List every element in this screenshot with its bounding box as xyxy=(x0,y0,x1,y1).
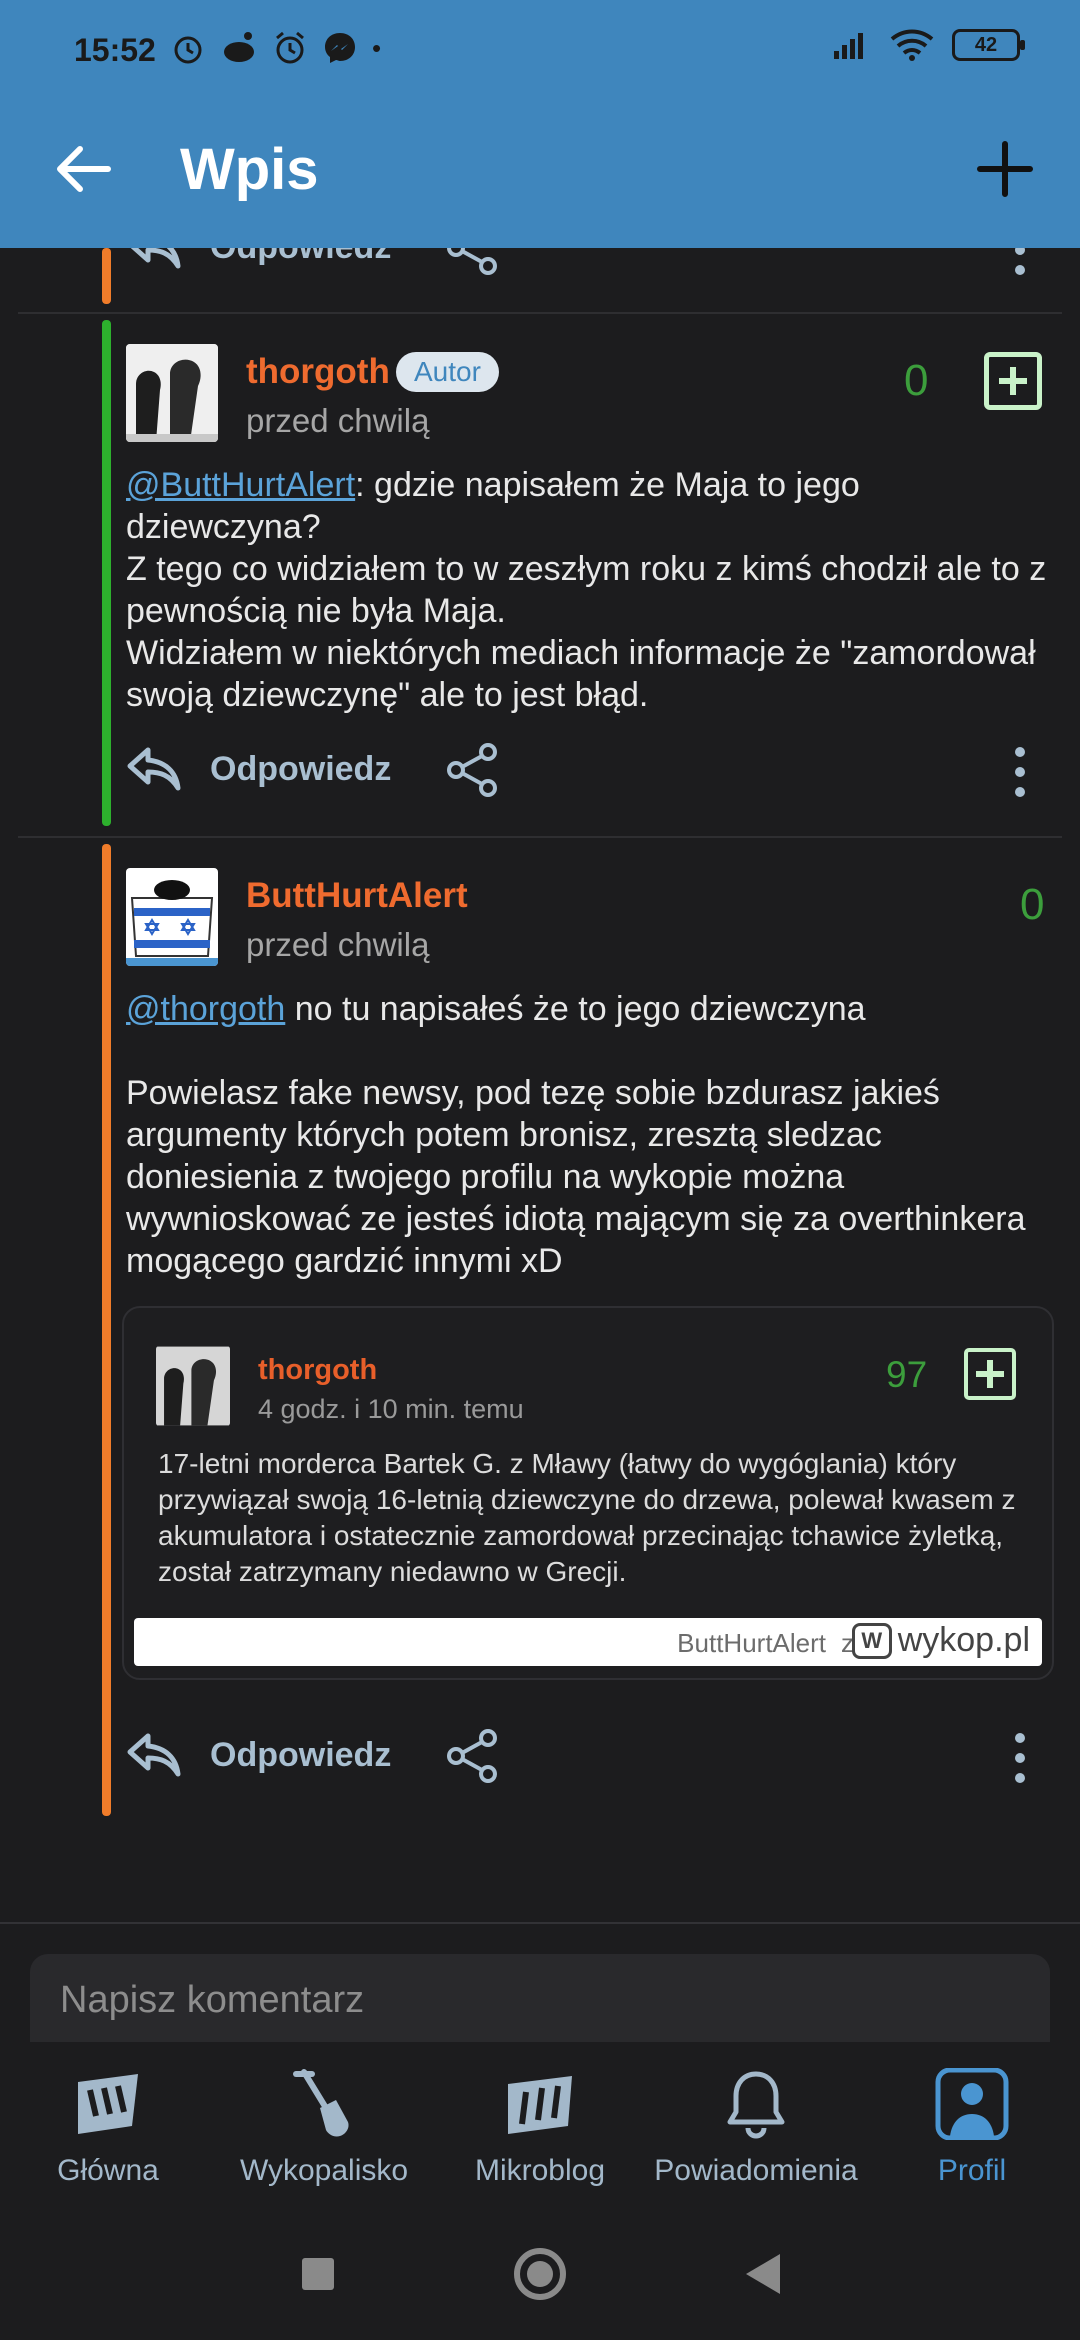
nav-label: Wykopalisko xyxy=(239,2154,409,2187)
entry-line: Widziałem w niektórych mediach informacj… xyxy=(126,634,1036,714)
nav-item-profil[interactable]: Profil xyxy=(864,2042,1080,2202)
entry-divider xyxy=(18,312,1062,314)
mention-link[interactable]: @thorgoth xyxy=(126,990,285,1028)
home-w-icon xyxy=(78,2074,138,2134)
embed-timestamp: 4 godz. i 10 min. temu xyxy=(258,1394,524,1424)
nav-item-powiadomienia[interactable]: Powiadomienia xyxy=(648,2042,864,2202)
timestamp: przed chwilą xyxy=(246,926,430,963)
more-options-icon[interactable] xyxy=(1012,1730,1028,1786)
bottom-navigation: Główna Wykopalisko Mikroblog Powiadomien… xyxy=(0,2042,1080,2202)
avatar-image xyxy=(156,1346,230,1426)
wykop-site-label: wykop.pl xyxy=(897,1621,1030,1659)
reply-icon[interactable] xyxy=(126,248,182,272)
share-icon[interactable] xyxy=(444,742,500,798)
thread-indent-bar xyxy=(102,844,111,1816)
avatar[interactable] xyxy=(126,868,218,966)
more-options-icon[interactable] xyxy=(1012,744,1028,800)
mention-link[interactable]: @ButtHurtAlert xyxy=(126,466,355,504)
reply-icon[interactable] xyxy=(126,1730,182,1780)
home-icon[interactable] xyxy=(514,2248,566,2300)
timestamp: przed chwilą xyxy=(246,402,430,439)
status-time: 15:52 xyxy=(74,32,156,68)
more-options-icon[interactable] xyxy=(1012,248,1028,278)
nav-label: Profil xyxy=(937,2154,1007,2187)
reply-icon[interactable] xyxy=(126,744,182,794)
reply-button[interactable]: Odpowiedz xyxy=(210,1736,391,1775)
entry-feed: Odpowiedz thorgoth Autor przed chwilą 0 … xyxy=(0,248,1080,1820)
reddit-icon xyxy=(224,32,254,62)
embedded-entry-card[interactable]: thorgoth 4 godz. i 10 min. temu 97 17-le… xyxy=(122,1306,1054,1680)
battery-indicator: 42 xyxy=(952,29,1025,61)
app-bar: Wpis xyxy=(0,100,1080,248)
system-status-icons: 42 xyxy=(832,28,1025,62)
author-indent-bar xyxy=(102,320,111,826)
entry-body: @ButtHurtAlert: gdzie napisałem że Maja … xyxy=(126,464,1050,716)
wifi-icon xyxy=(890,29,934,61)
avatar-image xyxy=(126,344,218,442)
avatar-image xyxy=(126,868,218,966)
vote-count: 0 xyxy=(904,356,929,405)
entry-paragraph: Powielasz fake newsy, pod tezę sobie bzd… xyxy=(126,1074,1026,1280)
share-icon[interactable] xyxy=(444,1728,500,1784)
comment-input[interactable] xyxy=(30,1954,1050,2046)
entry-text: no tu napisałeś że to jego dziewczyna xyxy=(285,990,866,1028)
mikroblog-m-icon xyxy=(508,2076,572,2134)
embed-avatar xyxy=(156,1346,230,1426)
system-back-icon[interactable] xyxy=(746,2254,780,2294)
embed-text: 17-letni morderca Bartek G. z Mławy (łat… xyxy=(158,1448,1016,1587)
embed-footer: ButtHurtAlert z W wykop.pl xyxy=(134,1618,1042,1666)
shovel-icon xyxy=(293,2069,349,2137)
back-arrow-icon[interactable] xyxy=(48,134,118,204)
alarm-icon xyxy=(276,31,304,64)
reply-button[interactable]: Odpowiedz xyxy=(210,750,391,789)
share-icon[interactable] xyxy=(444,248,500,276)
nav-label: Mikroblog xyxy=(474,2154,606,2187)
messenger-icon xyxy=(325,33,355,63)
page-title: Wpis xyxy=(180,137,319,202)
profile-icon xyxy=(935,2068,1009,2140)
entry-line: Z tego co widziałem to w zeszłym roku z … xyxy=(126,550,1047,630)
vote-count: 0 xyxy=(1020,880,1045,929)
action-row: Odpowiedz xyxy=(126,248,1050,292)
thread-indent-bar xyxy=(102,248,111,304)
more-notifications-dot: • xyxy=(372,32,382,63)
wykop-logo-icon: W xyxy=(851,1622,892,1659)
signal-icon xyxy=(834,33,863,59)
avatar[interactable] xyxy=(126,344,218,442)
username[interactable]: ButtHurtAlert xyxy=(246,876,468,916)
system-navigation xyxy=(0,2202,1080,2340)
comment-bar xyxy=(0,1922,1080,2046)
nav-item-wykopalisko[interactable]: Wykopalisko xyxy=(216,2042,432,2202)
status-bar: 15:52 • 42 xyxy=(0,0,1080,100)
username[interactable]: thorgoth xyxy=(246,352,390,392)
bell-icon xyxy=(727,2071,785,2139)
author-badge: Autor xyxy=(396,352,499,392)
notification-icons: • xyxy=(170,30,381,66)
nav-item-mikroblog[interactable]: Mikroblog xyxy=(432,2042,648,2202)
embed-vote-count: 97 xyxy=(886,1354,928,1395)
add-icon[interactable] xyxy=(970,134,1040,204)
action-row: Odpowiedz xyxy=(126,1720,1050,1800)
nav-item-glowna[interactable]: Główna xyxy=(0,2042,216,2202)
recent-apps-icon[interactable] xyxy=(302,2258,334,2290)
wykop-logo: W wykop.pl xyxy=(851,1621,1030,1660)
alarm-clock-icon xyxy=(174,36,202,64)
entry-body: @thorgoth no tu napisałeś że to jego dzi… xyxy=(126,988,1050,1030)
action-row: Odpowiedz xyxy=(126,734,1050,814)
embed-plus-icon xyxy=(964,1348,1016,1400)
embed-footer-user: ButtHurtAlert xyxy=(677,1628,826,1658)
nav-label: Główna xyxy=(57,2154,159,2187)
nav-label: Powiadomienia xyxy=(654,2154,858,2187)
embed-username: thorgoth xyxy=(258,1354,378,1386)
entry-divider xyxy=(18,836,1062,838)
reply-button[interactable]: Odpowiedz xyxy=(210,248,391,267)
upvote-plus-icon[interactable] xyxy=(984,352,1042,410)
